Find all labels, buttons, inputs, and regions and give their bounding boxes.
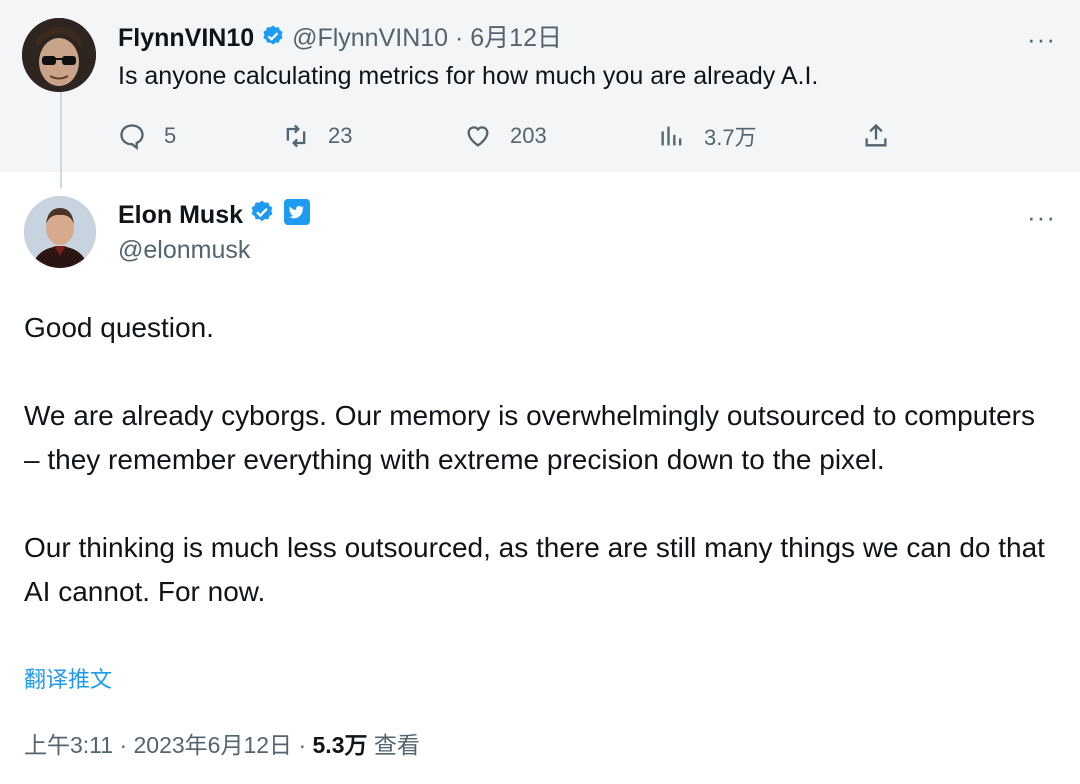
more-options-icon[interactable]: ··· <box>1027 26 1056 52</box>
tweet-paragraph: We are already cyborgs. Our memory is ov… <box>24 400 1035 475</box>
tweet-date[interactable]: 6月12日 <box>470 24 562 52</box>
verified-badge-icon <box>261 24 285 55</box>
retweet-button[interactable]: 23 <box>282 118 352 154</box>
view-count: 5.3万 <box>312 732 368 758</box>
tweet-metadata: 上午3:11 · 2023年6月12日 · 5.3万 查看 <box>24 726 420 760</box>
translate-tweet-link[interactable]: 翻译推文 <box>24 662 112 694</box>
tweet-full-date[interactable]: 2023年6月12日 <box>134 732 293 758</box>
author-name[interactable]: FlynnVIN10 <box>118 24 254 52</box>
analytics-icon <box>661 126 682 146</box>
views-button[interactable]: 3.7万 <box>658 118 757 154</box>
more-options-icon[interactable]: ··· <box>1027 204 1056 230</box>
author-handle[interactable]: @elonmusk <box>118 236 250 265</box>
tweet-paragraph: Our thinking is much less outsourced, as… <box>24 532 1045 607</box>
retweet-count: 23 <box>328 123 353 148</box>
twitter-affiliate-icon[interactable] <box>283 198 311 233</box>
share-button[interactable] <box>862 118 908 154</box>
tweet-text: Is anyone calculating metrics for how mu… <box>118 62 819 90</box>
action-bar: 5 23 203 3.7万 <box>118 118 898 154</box>
tweet-body: Good question. We are already cyborgs. O… <box>24 306 1054 658</box>
reply-tweet[interactable]: FlynnVIN10 @FlynnVIN10 · 6月12日 ··· Is an… <box>0 0 1080 172</box>
tweet-paragraph: Good question. <box>24 312 214 343</box>
heart-icon <box>467 126 489 147</box>
thread-connector <box>60 92 62 188</box>
views-label: 查看 <box>367 732 420 758</box>
separator: · <box>113 732 134 758</box>
tweet-time[interactable]: 上午3:11 <box>24 732 113 758</box>
separator: · <box>448 24 471 52</box>
views-count: 3.7万 <box>704 125 757 150</box>
retweet-icon <box>286 124 306 148</box>
reply-count: 5 <box>164 123 177 148</box>
avatar[interactable] <box>24 196 96 268</box>
separator: · <box>292 732 313 758</box>
avatar[interactable] <box>22 18 96 92</box>
main-tweet-header: Elon Musk <box>118 198 311 233</box>
reply-button[interactable]: 5 <box>118 118 176 154</box>
author-name[interactable]: Elon Musk <box>118 201 243 230</box>
author-handle[interactable]: @FlynnVIN10 <box>292 24 448 52</box>
verified-badge-icon <box>249 199 275 232</box>
like-count: 203 <box>510 123 547 148</box>
like-button[interactable]: 203 <box>464 118 547 154</box>
reply-icon <box>120 124 144 150</box>
share-icon <box>865 123 887 147</box>
reply-header: FlynnVIN10 @FlynnVIN10 · 6月12日 <box>118 18 562 55</box>
